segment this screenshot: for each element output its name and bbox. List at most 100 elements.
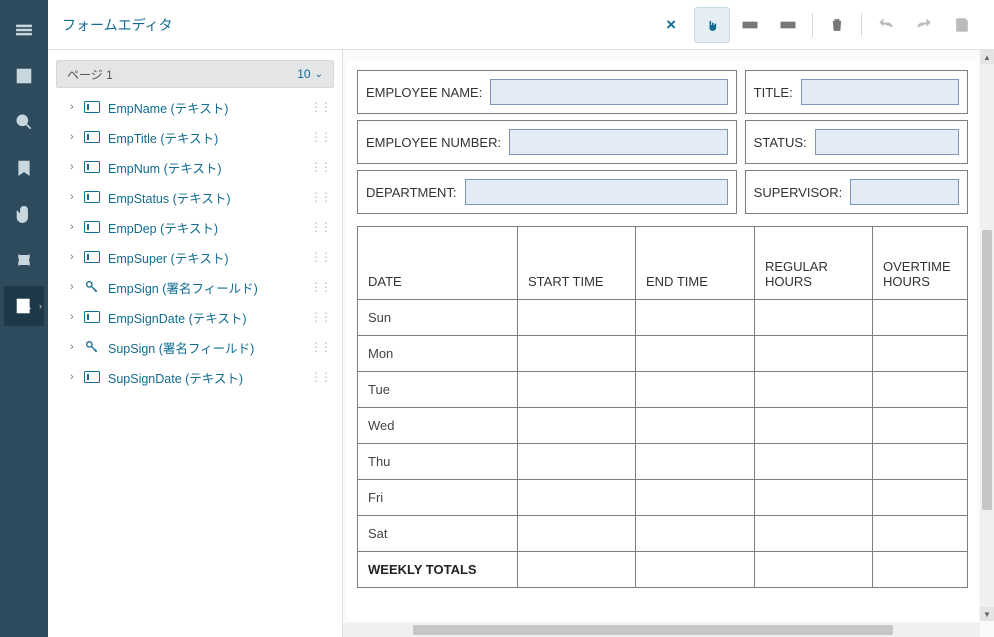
table-cell[interactable] (755, 336, 873, 371)
toolbar (694, 7, 980, 43)
key-icon (84, 339, 100, 355)
chevron-right-icon: › (70, 101, 84, 113)
table-cell[interactable] (518, 480, 636, 515)
sidebar-item-pages[interactable] (4, 56, 44, 96)
form-label: TITLE: (754, 85, 793, 100)
tool-textfield[interactable] (732, 7, 768, 43)
field-label: EmpSignDate (テキスト) (108, 308, 310, 327)
drag-handle-icon[interactable]: ⋮⋮ (310, 160, 330, 174)
form-input-right-1[interactable] (815, 129, 959, 155)
table-cell[interactable] (518, 516, 636, 551)
table-cell[interactable] (636, 480, 755, 515)
sidebar-item-search[interactable] (4, 102, 44, 142)
form-input-right-0[interactable] (801, 79, 959, 105)
vertical-scroll-thumb[interactable] (982, 230, 992, 510)
table-cell[interactable] (873, 408, 967, 443)
sidebar-item-redact[interactable] (4, 240, 44, 280)
drag-handle-icon[interactable]: ⋮⋮ (310, 100, 330, 114)
field-row-empdep[interactable]: ›EmpDep (テキスト)⋮⋮ (56, 212, 334, 242)
table-cell[interactable] (636, 372, 755, 407)
trash-icon (827, 15, 847, 35)
field-row-emptitle[interactable]: ›EmpTitle (テキスト)⋮⋮ (56, 122, 334, 152)
pointer-icon (702, 15, 722, 35)
field-row-empsign[interactable]: ›EmpSign (署名フィールド)⋮⋮ (56, 272, 334, 302)
page-selector[interactable]: ページ 1 10 ⌄ (56, 60, 334, 88)
tool-redo[interactable] (906, 7, 942, 43)
form-input-left-2[interactable] (465, 179, 728, 205)
field-label: EmpDep (テキスト) (108, 218, 310, 237)
sidebar-item-form-editor[interactable]: › (4, 286, 44, 326)
table-header-cell: OVERTIME HOURS (873, 227, 967, 299)
close-panel-button[interactable]: × (658, 15, 684, 35)
table-cell[interactable] (873, 516, 967, 551)
table-cell[interactable] (518, 336, 636, 371)
table-cell[interactable] (755, 300, 873, 335)
table-cell[interactable] (873, 300, 967, 335)
scroll-down-arrow[interactable]: ▼ (980, 607, 994, 621)
tool-textfield-alt[interactable] (770, 7, 806, 43)
table-cell[interactable] (873, 336, 967, 371)
drag-handle-icon[interactable]: ⋮⋮ (310, 190, 330, 204)
scroll-up-arrow[interactable]: ▲ (980, 50, 994, 64)
menu-icon (14, 20, 34, 40)
form-canvas[interactable]: EMPLOYEE NAME:EMPLOYEE NUMBER:DEPARTMENT… (343, 50, 994, 637)
table-cell[interactable] (518, 444, 636, 479)
table-cell[interactable] (873, 444, 967, 479)
header: フォームエディタ × (48, 0, 994, 50)
form-input-left-1[interactable] (509, 129, 728, 155)
table-cell[interactable] (755, 480, 873, 515)
textfield-small-icon (84, 371, 100, 383)
textfield-small-icon (84, 191, 100, 203)
table-cell[interactable] (636, 300, 755, 335)
table-cell[interactable] (636, 336, 755, 371)
tool-delete[interactable] (819, 7, 855, 43)
table-cell[interactable] (636, 408, 755, 443)
form-input-left-0[interactable] (490, 79, 727, 105)
table-header-cell: REGULAR HOURS (755, 227, 873, 299)
table-cell[interactable] (873, 480, 967, 515)
table-cell[interactable] (755, 444, 873, 479)
textfield-small-icon (84, 311, 100, 323)
field-row-empnum[interactable]: ›EmpNum (テキスト)⋮⋮ (56, 152, 334, 182)
table-cell[interactable] (518, 408, 636, 443)
drag-handle-icon[interactable]: ⋮⋮ (310, 310, 330, 324)
table-cell[interactable] (636, 516, 755, 551)
textfield-icon (740, 15, 760, 35)
drag-handle-icon[interactable]: ⋮⋮ (310, 280, 330, 294)
table-footer-cell (873, 552, 967, 587)
field-row-supsigndate[interactable]: ›SupSignDate (テキスト)⋮⋮ (56, 362, 334, 392)
drag-handle-icon[interactable]: ⋮⋮ (310, 250, 330, 264)
field-row-empname[interactable]: ›EmpName (テキスト)⋮⋮ (56, 92, 334, 122)
toolbar-separator (861, 13, 862, 37)
table-cell[interactable] (755, 516, 873, 551)
tool-save[interactable] (944, 7, 980, 43)
sidebar-item-attach[interactable] (4, 194, 44, 234)
sidebar-item-bookmark[interactable] (4, 148, 44, 188)
horizontal-scroll-thumb[interactable] (413, 625, 893, 635)
chevron-right-icon: › (70, 131, 84, 143)
drag-handle-icon[interactable]: ⋮⋮ (310, 370, 330, 384)
horizontal-scrollbar[interactable] (343, 623, 980, 637)
sidebar-item-menu[interactable] (4, 10, 44, 50)
table-cell-day: Tue (358, 372, 518, 407)
drag-handle-icon[interactable]: ⋮⋮ (310, 130, 330, 144)
tool-pointer[interactable] (694, 7, 730, 43)
drag-handle-icon[interactable]: ⋮⋮ (310, 340, 330, 354)
table-cell[interactable] (755, 372, 873, 407)
table-cell[interactable] (518, 300, 636, 335)
table-cell[interactable] (518, 372, 636, 407)
vertical-scrollbar[interactable]: ▲ ▼ (980, 50, 994, 621)
form-input-right-2[interactable] (850, 179, 959, 205)
field-row-empstatus[interactable]: ›EmpStatus (テキスト)⋮⋮ (56, 182, 334, 212)
field-row-empsuper[interactable]: ›EmpSuper (テキスト)⋮⋮ (56, 242, 334, 272)
table-cell[interactable] (636, 444, 755, 479)
table-footer-label: WEEKLY TOTALS (358, 552, 518, 587)
table-cell[interactable] (755, 408, 873, 443)
chevron-right-icon: › (70, 161, 84, 173)
field-row-empsigndate[interactable]: ›EmpSignDate (テキスト)⋮⋮ (56, 302, 334, 332)
drag-handle-icon[interactable]: ⋮⋮ (310, 220, 330, 234)
table-cell[interactable] (873, 372, 967, 407)
chevron-right-icon: › (70, 191, 84, 203)
tool-undo[interactable] (868, 7, 904, 43)
field-row-supsign[interactable]: ›SupSign (署名フィールド)⋮⋮ (56, 332, 334, 362)
